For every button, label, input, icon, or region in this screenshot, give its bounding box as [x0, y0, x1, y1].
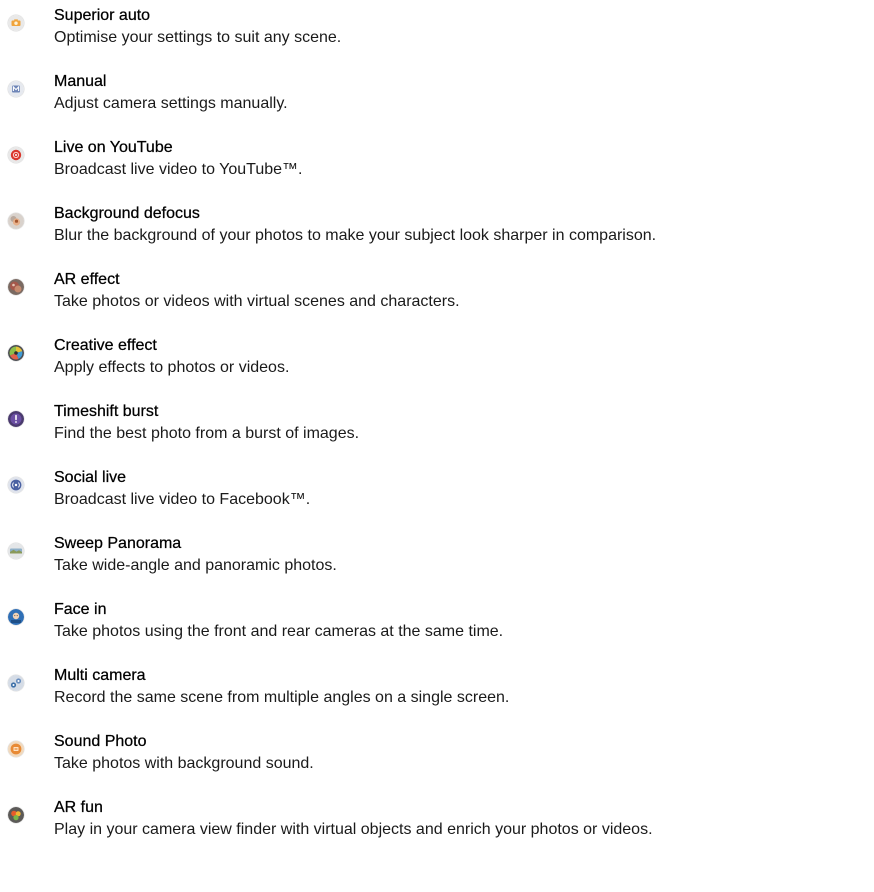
mode-item-live-on-youtube[interactable]: Live on YouTube Broadcast live video to …: [0, 138, 874, 204]
mode-title: AR fun: [54, 799, 103, 816]
mode-title: Sweep Panorama: [54, 535, 182, 552]
creative-effect-icon: [8, 345, 24, 361]
background-defocus-icon: [8, 213, 24, 229]
social-live-icon: [8, 477, 24, 493]
mode-description: Broadcast live video to YouTube™.: [54, 161, 303, 178]
mode-title: Sound Photo: [54, 733, 147, 750]
mode-description: Take photos with background sound.: [54, 755, 314, 772]
youtube-live-icon: [8, 147, 24, 163]
mode-item-timeshift-burst[interactable]: Timeshift burst Find the best photo from…: [0, 402, 874, 468]
face-in-icon: [8, 609, 24, 625]
mode-item-background-defocus[interactable]: Background defocus Blur the background o…: [0, 204, 874, 270]
mode-item-face-in[interactable]: Face in Take photos using the front and …: [0, 600, 874, 666]
mode-title: Superior auto: [54, 7, 151, 24]
mode-description: Broadcast live video to Facebook™.: [54, 491, 311, 508]
mode-description: Apply effects to photos or videos.: [54, 359, 290, 376]
mode-description: Take photos using the front and rear cam…: [54, 623, 504, 640]
mode-title: Face in: [54, 601, 107, 618]
mode-title: Timeshift burst: [54, 403, 159, 420]
mode-item-ar-effect[interactable]: AR effect Take photos or videos with vir…: [0, 270, 874, 336]
mode-description: Find the best photo from a burst of imag…: [54, 425, 360, 442]
mode-description: Optimise your settings to suit any scene…: [54, 29, 342, 46]
mode-description: Record the same scene from multiple angl…: [54, 689, 510, 706]
mode-item-sweep-panorama[interactable]: Sweep Panorama Take wide-angle and panor…: [0, 534, 874, 600]
mode-item-ar-fun[interactable]: AR fun Play in your camera view finder w…: [0, 798, 874, 864]
mode-item-multi-camera[interactable]: Multi camera Record the same scene from …: [0, 666, 874, 732]
mode-description: Blur the background of your photos to ma…: [54, 227, 657, 244]
manual-icon: [8, 81, 24, 97]
mode-title: AR effect: [54, 271, 120, 288]
mode-title: Creative effect: [54, 337, 157, 354]
mode-item-superior-auto[interactable]: Superior auto Optimise your settings to …: [0, 6, 874, 72]
ar-effect-icon: [8, 279, 24, 295]
mode-title: Social live: [54, 469, 127, 486]
ar-fun-icon: [8, 807, 24, 823]
mode-description: Play in your camera view finder with vir…: [54, 821, 653, 838]
sound-photo-icon: [8, 741, 24, 757]
mode-item-manual[interactable]: Manual Adjust camera settings manually.: [0, 72, 874, 138]
mode-description: Take wide-angle and panoramic photos.: [54, 557, 337, 574]
mode-description: Take photos or videos with virtual scene…: [54, 293, 460, 310]
mode-title: Background defocus: [54, 205, 200, 222]
mode-title: Multi camera: [54, 667, 146, 684]
mode-title: Live on YouTube: [54, 139, 173, 156]
multi-camera-icon: [8, 675, 24, 691]
mode-item-creative-effect[interactable]: Creative effect Apply effects to photos …: [0, 336, 874, 402]
mode-item-social-live[interactable]: Social live Broadcast live video to Face…: [0, 468, 874, 534]
sweep-panorama-icon: [8, 543, 24, 559]
mode-description: Adjust camera settings manually.: [54, 95, 288, 112]
superior-auto-icon: [8, 15, 24, 31]
mode-title: Manual: [54, 73, 107, 90]
timeshift-burst-icon: [8, 411, 24, 427]
mode-item-sound-photo[interactable]: Sound Photo Take photos with background …: [0, 732, 874, 798]
